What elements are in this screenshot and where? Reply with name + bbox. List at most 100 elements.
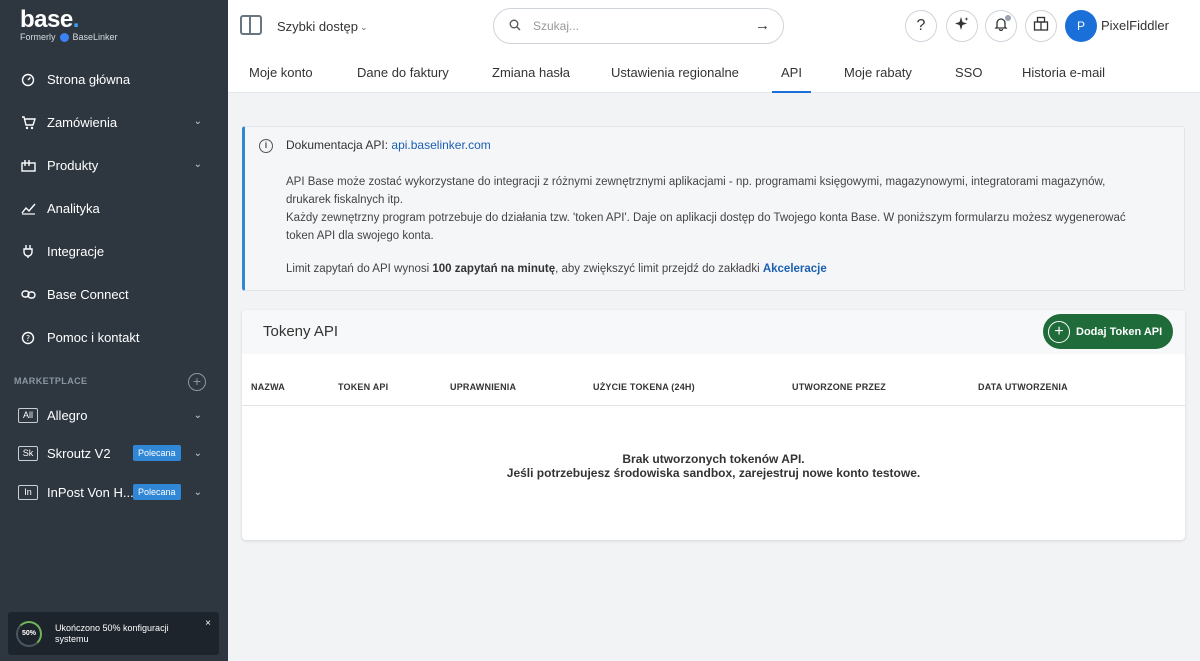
- marketplace-abbr: Sk: [18, 445, 38, 461]
- help-icon: ?: [20, 330, 36, 346]
- sidebar-item-label: Pomoc i kontakt: [47, 330, 140, 345]
- tab-sso[interactable]: SSO: [955, 65, 982, 93]
- api-info-text: API Base może zostać wykorzystane do int…: [286, 173, 1136, 245]
- chevron-down-icon: ⌄: [193, 447, 202, 459]
- marketplace-abbr: All: [18, 407, 38, 423]
- sidebar-item-label: Integracje: [47, 244, 105, 259]
- sidebar-item-home[interactable]: Strona główna: [0, 58, 228, 101]
- tab-regional-settings[interactable]: Ustawienia regionalne: [611, 65, 739, 93]
- marketplace-header: MARKETPLACE: [14, 376, 88, 386]
- logo[interactable]: base. Formerly BaseLinker: [20, 6, 118, 42]
- sidebar: base. Formerly BaseLinker Strona główna …: [0, 0, 228, 661]
- empty-state-line: Jeśli potrzebujesz środowiska sandbox, z…: [506, 466, 921, 480]
- info-icon: i: [259, 139, 273, 153]
- column-header[interactable]: UPRAWNIENIA: [450, 382, 516, 392]
- search-input[interactable]: [533, 19, 738, 33]
- recommended-badge: Polecana: [133, 445, 181, 461]
- tab-invoice-data[interactable]: Dane do faktury: [357, 65, 449, 93]
- setup-progress-text: Ukończono 50% konfiguracji systemu: [55, 622, 169, 644]
- plug-icon: [20, 244, 36, 260]
- chevron-down-icon[interactable]: ⌄: [360, 22, 368, 33]
- api-limit-value: 100 zapytań na minutę: [432, 263, 556, 275]
- column-header[interactable]: UTWORZONE PRZEZ: [792, 382, 886, 392]
- sparkle-icon: [954, 16, 970, 37]
- column-header[interactable]: TOKEN API: [338, 382, 388, 392]
- logo-formerly-brand: BaseLinker: [72, 32, 118, 42]
- svg-text:?: ?: [26, 334, 30, 343]
- info-paragraph: Każdy zewnętrzny program potrzebuje do d…: [286, 212, 1126, 242]
- marketplace-label: Allegro: [47, 407, 88, 423]
- chevron-down-icon: ⌄: [193, 116, 202, 127]
- chevron-down-icon: ⌄: [193, 409, 202, 421]
- products-icon: [20, 158, 36, 174]
- acceleration-link[interactable]: Akceleracje: [763, 263, 827, 275]
- sidebar-item-base-connect[interactable]: Base Connect: [0, 273, 228, 316]
- marketplace-item-allegro[interactable]: All Allegro ⌄: [0, 396, 228, 434]
- chevron-down-icon: ⌄: [193, 159, 202, 170]
- marketplace-abbr: In: [18, 484, 38, 500]
- add-token-label: Dodaj Token API: [1076, 325, 1163, 338]
- sidebar-item-analytics[interactable]: Analityka: [0, 187, 228, 230]
- column-header[interactable]: DATA UTWORZENIA: [978, 382, 1068, 392]
- avatar[interactable]: P: [1065, 10, 1097, 42]
- sidebar-item-label: Base Connect: [47, 287, 129, 302]
- marketplace-label: Skroutz V2: [47, 445, 111, 461]
- api-docs-title: Dokumentacja API: api.baselinker.com: [286, 138, 491, 152]
- sidebar-item-integrations[interactable]: Integracje: [0, 230, 228, 273]
- sidebar-panel-icon[interactable]: [240, 15, 262, 35]
- question-icon: ?: [916, 17, 926, 34]
- sidebar-item-help[interactable]: ? Pomoc i kontakt: [0, 316, 228, 359]
- tab-email-history[interactable]: Historia e-mail: [1022, 65, 1105, 93]
- settings-tabs: Moje konto Dane do faktury Zmiana hasła …: [228, 55, 1200, 93]
- notifications-button[interactable]: [985, 10, 1017, 42]
- api-limit-text: Limit zapytań do API wynosi 100 zapytań …: [286, 263, 827, 275]
- logo-formerly: Formerly: [20, 32, 56, 42]
- tab-my-discounts[interactable]: Moje rabaty: [844, 65, 912, 93]
- panel-title: Tokeny API: [263, 323, 339, 340]
- empty-state: Brak utworzonych tokenów API. Jeśli potr…: [242, 452, 1185, 480]
- link-icon: [20, 287, 36, 303]
- ai-assistant-button[interactable]: [946, 10, 978, 42]
- api-docs-link[interactable]: api.baselinker.com: [391, 138, 490, 152]
- info-paragraph: API Base może zostać wykorzystane do int…: [286, 176, 1106, 206]
- tab-change-password[interactable]: Zmiana hasła: [492, 65, 570, 93]
- sidebar-item-products[interactable]: Produkty ⌄: [0, 144, 228, 187]
- table-header: NAZWA TOKEN API UPRAWNIENIA UŻYCIE TOKEN…: [242, 370, 1185, 406]
- close-icon[interactable]: ×: [205, 618, 211, 629]
- add-marketplace-button[interactable]: +: [188, 373, 206, 391]
- add-token-button[interactable]: + Dodaj Token API: [1044, 315, 1172, 348]
- plus-icon: +: [1048, 320, 1070, 343]
- column-header[interactable]: NAZWA: [251, 382, 285, 392]
- column-header[interactable]: UŻYCIE TOKENA (24H): [593, 382, 695, 392]
- sidebar-item-label: Zamówienia: [47, 115, 118, 130]
- marketplace-label: InPost Von H...: [47, 484, 134, 500]
- sidebar-item-label: Produkty: [47, 158, 99, 173]
- sidebar-item-label: Analityka: [47, 201, 100, 216]
- setup-progress[interactable]: 50% Ukończono 50% konfiguracji systemu ×: [8, 612, 219, 655]
- sidebar-nav: Strona główna Zamówienia ⌄ Produkty ⌄ An…: [0, 58, 228, 359]
- username[interactable]: PixelFiddler: [1101, 18, 1169, 33]
- chevron-down-icon: ⌄: [193, 486, 202, 498]
- marketplace-item-skroutz[interactable]: Sk Skroutz V2 Polecana ⌄: [0, 434, 228, 472]
- help-button[interactable]: ?: [905, 10, 937, 42]
- arrow-right-icon[interactable]: →: [755, 17, 770, 34]
- analytics-icon: [20, 201, 36, 217]
- notification-dot: [1005, 15, 1011, 21]
- quick-access-label[interactable]: Szybki dostęp: [277, 19, 358, 34]
- topbar: Szybki dostęp ⌄ → ? P PixelFiddler Moje …: [228, 0, 1200, 93]
- recommended-badge: Polecana: [133, 484, 181, 500]
- tab-my-account[interactable]: Moje konto: [249, 65, 313, 93]
- search-bar: →: [493, 8, 784, 44]
- marketplace-item-inpost[interactable]: In InPost Von H... Polecana ⌄: [0, 473, 228, 511]
- api-info-box: i Dokumentacja API: api.baselinker.com A…: [242, 126, 1185, 291]
- search-icon: [509, 19, 521, 34]
- dashboard-icon: [20, 72, 36, 88]
- progress-ring: 50%: [16, 620, 42, 647]
- empty-state-line: Brak utworzonych tokenów API.: [622, 452, 805, 466]
- tab-api[interactable]: API: [772, 65, 811, 93]
- baselinker-logo-icon: [59, 32, 69, 42]
- cart-icon: [20, 115, 36, 131]
- sidebar-item-orders[interactable]: Zamówienia ⌄: [0, 101, 228, 144]
- api-tokens-panel: Tokeny API + Dodaj Token API NAZWA TOKEN…: [242, 310, 1185, 540]
- apps-button[interactable]: [1025, 10, 1057, 42]
